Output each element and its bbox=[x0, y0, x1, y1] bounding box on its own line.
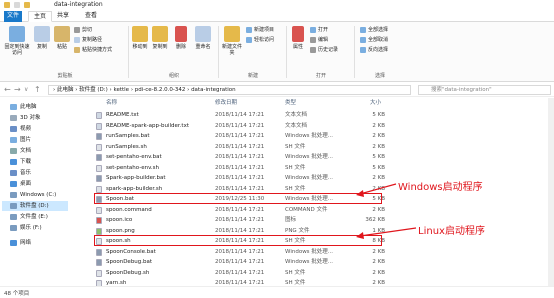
annotation-arrows bbox=[356, 183, 417, 239]
arrow-linux bbox=[359, 227, 417, 237]
arrowhead-linux bbox=[356, 232, 364, 239]
arrowhead-windows bbox=[356, 190, 364, 197]
arrow-windows bbox=[359, 183, 397, 195]
item-count: 48 个项目 bbox=[4, 291, 30, 297]
status-bar: 48 个项目 bbox=[0, 286, 554, 298]
